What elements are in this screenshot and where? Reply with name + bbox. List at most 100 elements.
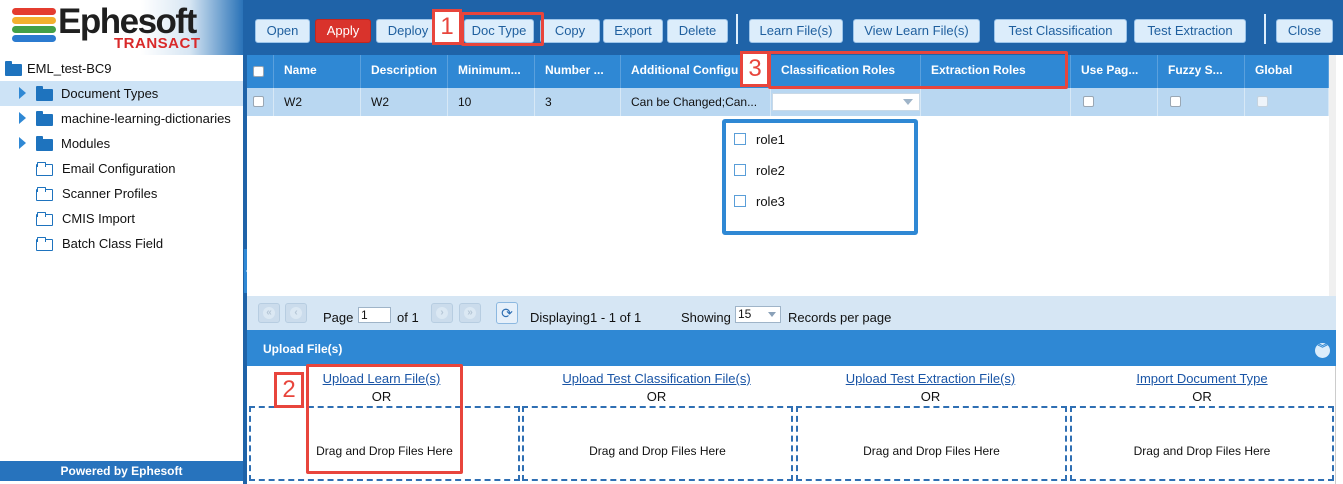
global-checkbox[interactable] bbox=[1257, 96, 1268, 107]
import-document-type-column: Import Document Type OR Drag and Drop Fi… bbox=[1068, 366, 1336, 484]
first-page-button[interactable]: « bbox=[258, 303, 280, 323]
cell-number[interactable]: 3 bbox=[535, 88, 621, 116]
prev-page-button[interactable]: ‹ bbox=[285, 303, 307, 323]
test-extraction-button[interactable]: Test Extraction bbox=[1134, 19, 1246, 43]
role-option[interactable]: role1 bbox=[734, 129, 785, 149]
export-button[interactable]: Export bbox=[603, 19, 663, 43]
step-badge-2: 2 bbox=[274, 372, 304, 408]
logo-stripe-blue bbox=[12, 35, 56, 42]
classification-roles-select[interactable] bbox=[772, 93, 920, 111]
showing-label: Showing bbox=[681, 310, 731, 325]
test-classification-button[interactable]: Test Classification bbox=[994, 19, 1127, 43]
expand-arrow-icon[interactable] bbox=[19, 112, 26, 124]
expand-arrow-icon[interactable] bbox=[19, 137, 26, 149]
tree-item-document-types[interactable]: Document Types bbox=[0, 81, 243, 106]
column-header-name[interactable]: Name bbox=[274, 55, 361, 88]
cell-additional-config[interactable]: Can be Changed;Can... bbox=[621, 88, 771, 116]
step-badge-3: 3 bbox=[740, 51, 770, 87]
column-header-fuzzy[interactable]: Fuzzy S... bbox=[1158, 55, 1245, 88]
page-count-label: of 1 bbox=[397, 310, 419, 325]
upload-panel-title: Upload File(s) bbox=[263, 342, 343, 356]
last-page-icon: » bbox=[464, 307, 476, 319]
drop-zone[interactable]: Drag and Drop Files Here bbox=[796, 406, 1067, 481]
toolbar-separator bbox=[1264, 14, 1266, 44]
tree-item-batch-class-field[interactable]: Batch Class Field bbox=[0, 231, 243, 256]
or-label: OR bbox=[1192, 389, 1212, 404]
expand-arrow-icon[interactable] bbox=[19, 87, 26, 99]
cell-fuzzy[interactable] bbox=[1158, 88, 1245, 116]
cell-use-page[interactable] bbox=[1071, 88, 1158, 116]
role-checkbox[interactable] bbox=[734, 133, 746, 145]
cell-global[interactable] bbox=[1245, 88, 1329, 116]
tree-item-machine-learning-dictionaries[interactable]: machine-learning-dictionaries bbox=[0, 106, 243, 131]
cell-name[interactable]: W2 bbox=[274, 88, 361, 116]
page-number-input[interactable]: 1 bbox=[358, 307, 391, 323]
tree-item-label: machine-learning-dictionaries bbox=[61, 111, 231, 126]
cell-extraction-roles[interactable] bbox=[921, 88, 1071, 116]
roles-dropdown-list: role1 role2 role3 bbox=[722, 119, 918, 235]
pagination-bar: « ‹ Page 1 of 1 › » ⟳ Displaying1 - 1 of… bbox=[247, 296, 1336, 340]
cell-minimum[interactable]: 10 bbox=[448, 88, 535, 116]
role-option[interactable]: role2 bbox=[734, 160, 785, 180]
folder-icon bbox=[36, 86, 53, 101]
next-page-button[interactable]: › bbox=[431, 303, 453, 323]
view-learn-files-button[interactable]: View Learn File(s) bbox=[853, 19, 980, 43]
upload-panel-header: Upload File(s) ︾ bbox=[247, 330, 1336, 366]
select-all-checkbox[interactable] bbox=[253, 66, 264, 77]
next-page-icon: › bbox=[436, 307, 448, 319]
folder-outline-icon bbox=[36, 187, 53, 201]
column-header-use-page[interactable]: Use Pag... bbox=[1071, 55, 1158, 88]
close-button[interactable]: Close bbox=[1276, 19, 1333, 43]
upload-test-classification-link[interactable]: Upload Test Classification File(s) bbox=[520, 371, 793, 386]
upload-test-extraction-column: Upload Test Extraction File(s) OR Drag a… bbox=[794, 366, 1067, 484]
role-option[interactable]: role3 bbox=[734, 191, 785, 211]
step-badge-1: 1 bbox=[432, 9, 462, 45]
deploy-button[interactable]: Deploy bbox=[376, 19, 440, 43]
use-page-checkbox[interactable] bbox=[1083, 96, 1094, 107]
upload-test-extraction-link[interactable]: Upload Test Extraction File(s) bbox=[794, 371, 1067, 386]
header-select-all[interactable] bbox=[247, 55, 274, 88]
apply-button[interactable]: Apply bbox=[315, 19, 371, 43]
tree-item-label: Modules bbox=[61, 136, 111, 151]
role-checkbox[interactable] bbox=[734, 164, 746, 176]
cell-description[interactable]: W2 bbox=[361, 88, 448, 116]
import-document-type-link[interactable]: Import Document Type bbox=[1068, 371, 1336, 386]
drop-zone-label: Drag and Drop Files Here bbox=[589, 444, 726, 458]
refresh-icon[interactable]: ⟳ bbox=[496, 302, 518, 324]
column-header-description[interactable]: Description bbox=[361, 55, 448, 88]
role-checkbox[interactable] bbox=[734, 195, 746, 207]
tree-item-email-configuration[interactable]: Email Configuration bbox=[0, 156, 243, 181]
drop-zone-label: Drag and Drop Files Here bbox=[863, 444, 1000, 458]
learn-files-button[interactable]: Learn File(s) bbox=[749, 19, 843, 43]
column-header-global[interactable]: Global bbox=[1245, 55, 1329, 88]
last-page-button[interactable]: » bbox=[459, 303, 481, 323]
tree-item-label: Document Types bbox=[61, 86, 159, 101]
tree-item-cmis-import[interactable]: CMIS Import bbox=[0, 206, 243, 231]
logo-stripe-yellow bbox=[12, 17, 56, 24]
role-option-label: role1 bbox=[756, 131, 785, 147]
tree-item-modules[interactable]: Modules bbox=[0, 131, 243, 156]
tree-item-label: CMIS Import bbox=[62, 211, 135, 226]
tree-item-scanner-profiles[interactable]: Scanner Profiles bbox=[0, 181, 243, 206]
page-label: Page bbox=[323, 310, 354, 325]
delete-button[interactable]: Delete bbox=[667, 19, 728, 43]
row-checkbox[interactable] bbox=[253, 96, 264, 107]
highlight-doc-type bbox=[461, 12, 544, 46]
drop-zone[interactable]: Drag and Drop Files Here bbox=[522, 406, 793, 481]
open-folder-icon bbox=[5, 61, 22, 76]
row-select-cell[interactable] bbox=[247, 88, 274, 116]
tree-root[interactable]: EML_test-BC9 bbox=[0, 56, 243, 81]
collapse-chevron-icon[interactable]: ︾ bbox=[1315, 343, 1330, 358]
copy-button[interactable]: Copy bbox=[540, 19, 600, 43]
folder-outline-icon bbox=[36, 237, 53, 251]
column-header-number[interactable]: Number ... bbox=[535, 55, 621, 88]
fuzzy-checkbox[interactable] bbox=[1170, 96, 1181, 107]
drop-zone[interactable]: Drag and Drop Files Here bbox=[1070, 406, 1334, 481]
displaying-count: Displaying1 - 1 of 1 bbox=[530, 310, 642, 325]
batch-class-tree: EML_test-BC9 Document Types machine-lear… bbox=[0, 56, 243, 461]
grid-scrollbar[interactable] bbox=[1329, 55, 1336, 296]
open-button[interactable]: Open bbox=[255, 19, 310, 43]
column-header-minimum[interactable]: Minimum... bbox=[448, 55, 535, 88]
logo-stripe-red bbox=[12, 8, 56, 15]
page-size-select[interactable]: 15 bbox=[735, 306, 781, 323]
